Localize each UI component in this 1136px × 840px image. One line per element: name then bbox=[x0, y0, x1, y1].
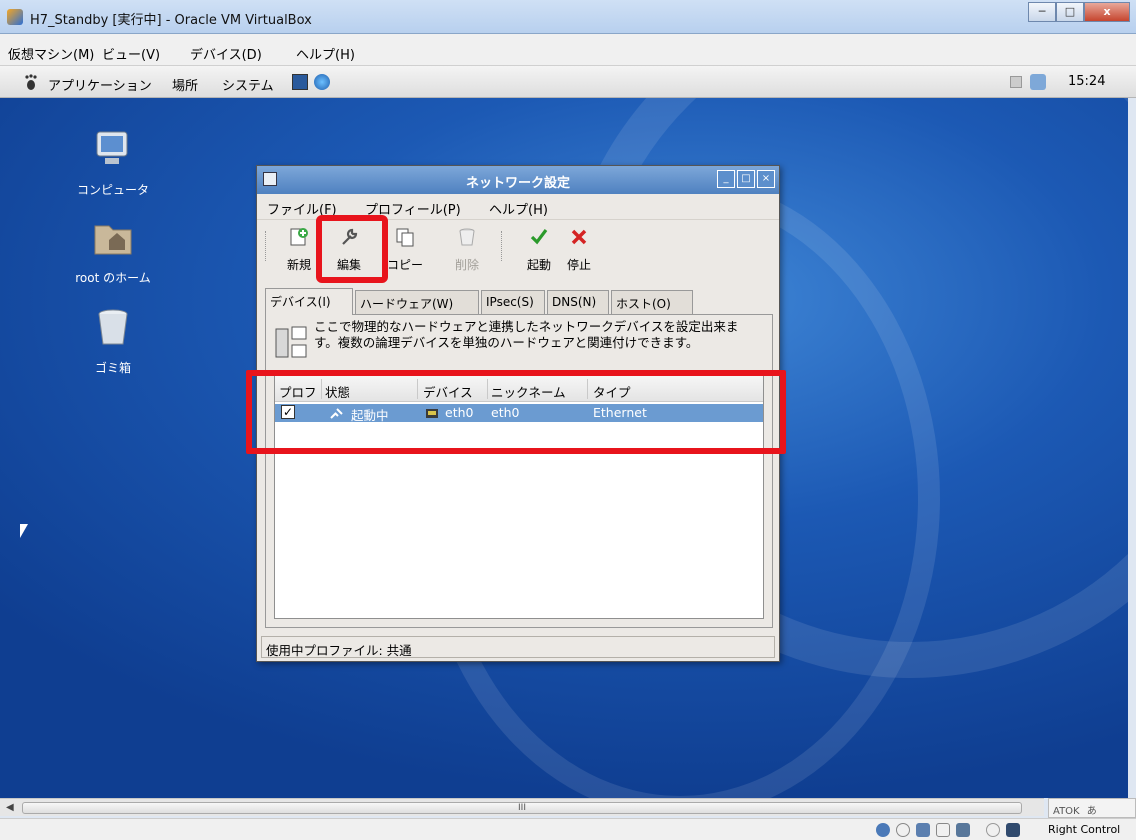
ime-name: ATOK bbox=[1053, 806, 1080, 817]
copy-label: コピー bbox=[386, 258, 423, 272]
devices-panel: ここで物理的なハードウェアと連携したネットワークデバイスを設定出来ます。複数の論… bbox=[265, 314, 773, 628]
maximize-button[interactable]: □ bbox=[1056, 2, 1084, 22]
terminal-launcher-icon[interactable] bbox=[292, 74, 308, 90]
toolbar-handle bbox=[265, 231, 268, 261]
scroll-left-icon[interactable]: ◀ bbox=[6, 802, 14, 813]
virtualbox-icon bbox=[7, 9, 23, 25]
toolbar-separator bbox=[501, 231, 504, 261]
edit-button-highlight bbox=[316, 215, 388, 283]
host-titlebar: H7_Standby [実行中] - Oracle VM VirtualBox … bbox=[0, 0, 1136, 34]
desktop-icon-label: ゴミ箱 bbox=[94, 361, 131, 375]
scroll-thumb[interactable]: III bbox=[22, 802, 1022, 814]
dialog-maximize-button[interactable]: □ bbox=[737, 170, 755, 188]
new-button[interactable]: 新規 bbox=[279, 227, 319, 273]
menu-help[interactable]: ヘルプ(H) bbox=[489, 199, 548, 218]
copy-button[interactable]: コピー bbox=[385, 227, 425, 273]
tab-ipsec[interactable]: IPsec(S) bbox=[481, 290, 545, 314]
menu-machine[interactable]: 仮想マシン(M) bbox=[8, 44, 94, 63]
capture-icon[interactable] bbox=[986, 823, 1000, 837]
gnome-foot-icon bbox=[25, 74, 37, 90]
desktop-icon-trash[interactable]: ゴミ箱 bbox=[58, 306, 168, 376]
scroll-grip-label: III bbox=[518, 803, 526, 813]
computer-icon bbox=[96, 131, 128, 164]
cross-icon bbox=[571, 229, 587, 245]
dialog-minimize-button[interactable]: _ bbox=[717, 170, 735, 188]
check-icon bbox=[530, 229, 548, 245]
dialog-status-bar: 使用中プロファイル: 共通 bbox=[261, 636, 775, 658]
settings-notebook: デバイス(I) ハードウェア(W) IPsec(S) DNS(N) ホスト(O)… bbox=[265, 288, 773, 628]
new-icon bbox=[290, 228, 308, 246]
network-applet-icon bbox=[1010, 76, 1022, 88]
deactivate-button[interactable]: 停止 bbox=[559, 227, 599, 273]
host-key-label: Right Control bbox=[1048, 823, 1121, 836]
menu-view[interactable]: ビュー(V) bbox=[102, 44, 160, 63]
ime-mode: あ bbox=[1086, 806, 1097, 817]
activate-button[interactable]: 起動 bbox=[519, 227, 559, 273]
dialog-window-controls: _ □ × bbox=[717, 170, 775, 188]
host-window-controls: ─ □ x bbox=[1028, 2, 1130, 22]
desktop-icon-computer[interactable]: コンピュータ bbox=[58, 128, 168, 198]
trash-icon bbox=[98, 309, 128, 345]
panel-applications[interactable]: アプリケーション bbox=[48, 75, 152, 94]
ime-indicator[interactable]: ATOK あ bbox=[1048, 798, 1136, 818]
tab-hosts[interactable]: ホスト(O) bbox=[611, 290, 693, 314]
browser-launcher-icon[interactable] bbox=[314, 74, 330, 90]
close-button[interactable]: x bbox=[1084, 2, 1130, 22]
tab-dns[interactable]: DNS(N) bbox=[547, 290, 609, 314]
device-info-icon bbox=[275, 326, 307, 358]
disk-icon[interactable] bbox=[876, 823, 890, 837]
dialog-close-button[interactable]: × bbox=[757, 170, 775, 188]
tab-strip: デバイス(I) ハードウェア(W) IPsec(S) DNS(N) ホスト(O) bbox=[265, 288, 773, 315]
device-row-highlight bbox=[246, 370, 786, 454]
tab-devices[interactable]: デバイス(I) bbox=[265, 288, 353, 315]
cd-icon[interactable] bbox=[896, 823, 910, 837]
gnome-top-panel: アプリケーション 場所 システム 15:24 bbox=[0, 66, 1136, 98]
keyboard-icon[interactable] bbox=[1006, 823, 1020, 837]
horizontal-scrollbar[interactable]: ◀ III bbox=[0, 798, 1044, 816]
minimize-button[interactable]: ─ bbox=[1028, 2, 1056, 22]
mouse-cursor bbox=[20, 524, 28, 538]
tab-hardware[interactable]: ハードウェア(W) bbox=[355, 290, 479, 314]
copy-icon bbox=[396, 228, 414, 247]
deactivate-label: 停止 bbox=[566, 258, 591, 272]
usb-icon[interactable] bbox=[936, 823, 950, 837]
menu-help[interactable]: ヘルプ(H) bbox=[296, 44, 355, 63]
delete-icon bbox=[459, 228, 475, 246]
new-label: 新規 bbox=[286, 258, 311, 272]
dialog-title: ネットワーク設定 bbox=[465, 176, 570, 191]
activate-label: 起動 bbox=[526, 258, 551, 272]
menu-devices[interactable]: デバイス(D) bbox=[190, 44, 262, 63]
host-status-bar: Right Control bbox=[0, 818, 1136, 840]
desktop-icon-home[interactable]: root のホーム bbox=[58, 216, 168, 286]
host-window-title: H7_Standby [実行中] - Oracle VM VirtualBox bbox=[30, 13, 312, 28]
devices-description: ここで物理的なハードウェアと連携したネットワークデバイスを設定出来ます。複数の論… bbox=[314, 319, 739, 350]
update-applet-icon bbox=[1030, 74, 1046, 90]
delete-label: 削除 bbox=[454, 258, 479, 272]
desktop-icon-label: コンピュータ bbox=[76, 183, 149, 197]
desktop-icon-label: root のホーム bbox=[75, 271, 151, 285]
shared-folder-icon[interactable] bbox=[956, 823, 970, 837]
network-icon[interactable] bbox=[916, 823, 930, 837]
panel-clock: 15:24 bbox=[1068, 74, 1106, 89]
panel-places[interactable]: 場所 bbox=[172, 75, 198, 94]
panel-system[interactable]: システム bbox=[222, 75, 274, 94]
home-folder-icon bbox=[94, 225, 132, 255]
host-menubar: 仮想マシン(M) ビュー(V) デバイス(D) ヘルプ(H) bbox=[0, 34, 1136, 66]
delete-button[interactable]: 削除 bbox=[447, 227, 487, 273]
dialog-titlebar: ネットワーク設定 _ □ × bbox=[257, 166, 779, 194]
